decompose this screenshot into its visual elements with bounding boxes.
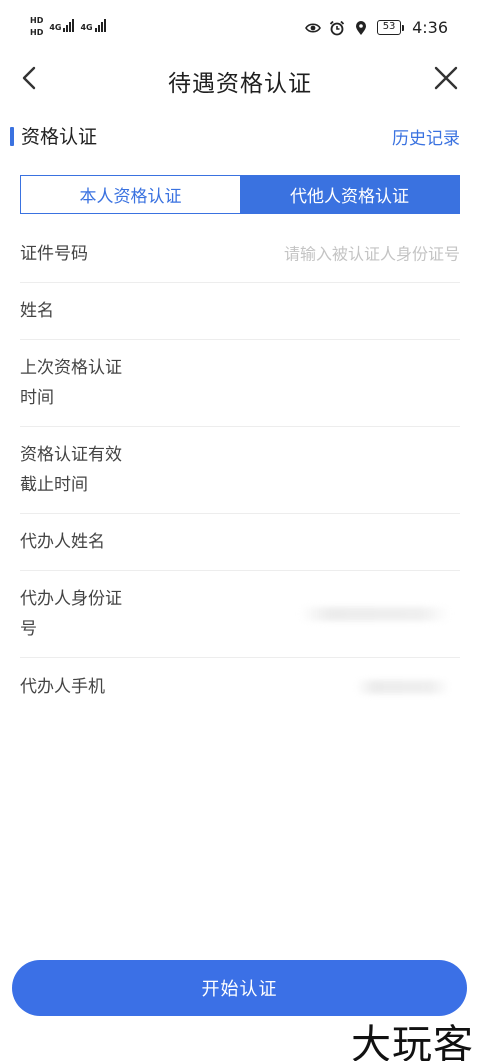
history-link[interactable]: 历史记录: [392, 124, 460, 149]
form-row-last-certification-time: 上次资格认证时间: [20, 340, 460, 427]
eye-icon: [305, 22, 321, 33]
section-accent-bar: [10, 127, 14, 146]
start-certification-button[interactable]: 开始认证: [12, 960, 467, 1016]
form-row-valid-until: 资格认证有效截止时间: [20, 427, 460, 514]
field-label: 代办人身份证号: [20, 589, 122, 639]
tab-proxy-certification[interactable]: 代他人资格认证: [240, 176, 459, 213]
signal-sim1: 4G: [49, 18, 75, 32]
status-bar: HD HD 4G 4G 53 4:36: [0, 0, 480, 56]
field-label: 证件号码: [20, 244, 88, 264]
hd-badge-sim1: HD: [30, 16, 44, 25]
field-label: 上次资格认证时间: [20, 358, 122, 408]
status-right: 53 4:36: [305, 18, 448, 37]
field-label: 代办人姓名: [20, 532, 105, 552]
certification-type-tabs: 本人资格认证 代他人资格认证: [20, 175, 460, 214]
battery-icon: 53: [377, 20, 405, 35]
hd-badge-sim2: HD: [30, 28, 44, 37]
certification-form: 证件号码 姓名 上次资格认证时间 资格认证有效截止时间 代办人姓名 代办人身份证…: [20, 226, 460, 715]
signal-sim2: 4G: [80, 18, 106, 32]
alarm-icon: [329, 20, 345, 35]
network-type-sim2: 4G: [80, 23, 93, 32]
signal-bars-icon: [94, 18, 106, 32]
tab-self-certification[interactable]: 本人资格认证: [21, 176, 240, 213]
field-label: 姓名: [20, 301, 54, 321]
id-number-input[interactable]: [200, 244, 460, 264]
section-header: 资格认证 历史记录: [0, 120, 480, 152]
title-bar: 待遇资格认证: [0, 52, 480, 104]
location-icon: [356, 20, 367, 35]
form-row-name: 姓名: [20, 283, 460, 340]
page-title: 待遇资格认证: [168, 71, 312, 97]
form-row-agent-id-number: 代办人身份证号: [20, 571, 460, 658]
redacted-value: [355, 679, 450, 694]
clock: 4:36: [412, 18, 448, 37]
form-row-agent-phone: 代办人手机: [20, 658, 460, 715]
status-left: HD HD 4G 4G: [30, 16, 106, 37]
watermark-text: 大玩客: [351, 1022, 474, 1061]
field-label: 资格认证有效截止时间: [20, 445, 122, 495]
battery-level: 53: [377, 20, 402, 35]
screen: HD HD 4G 4G 53 4:36 待遇资格认证 资格认证 历史记录 本人资…: [0, 0, 480, 1061]
close-button[interactable]: [430, 62, 462, 94]
section-title: 资格认证: [21, 126, 98, 148]
network-type-sim1: 4G: [49, 23, 62, 32]
form-row-agent-name: 代办人姓名: [20, 514, 460, 571]
close-icon: [434, 66, 458, 90]
field-label: 代办人手机: [20, 676, 105, 697]
form-row-id-number: 证件号码: [20, 226, 460, 283]
redacted-value: [300, 607, 450, 621]
signal-bars-icon: [63, 18, 75, 32]
